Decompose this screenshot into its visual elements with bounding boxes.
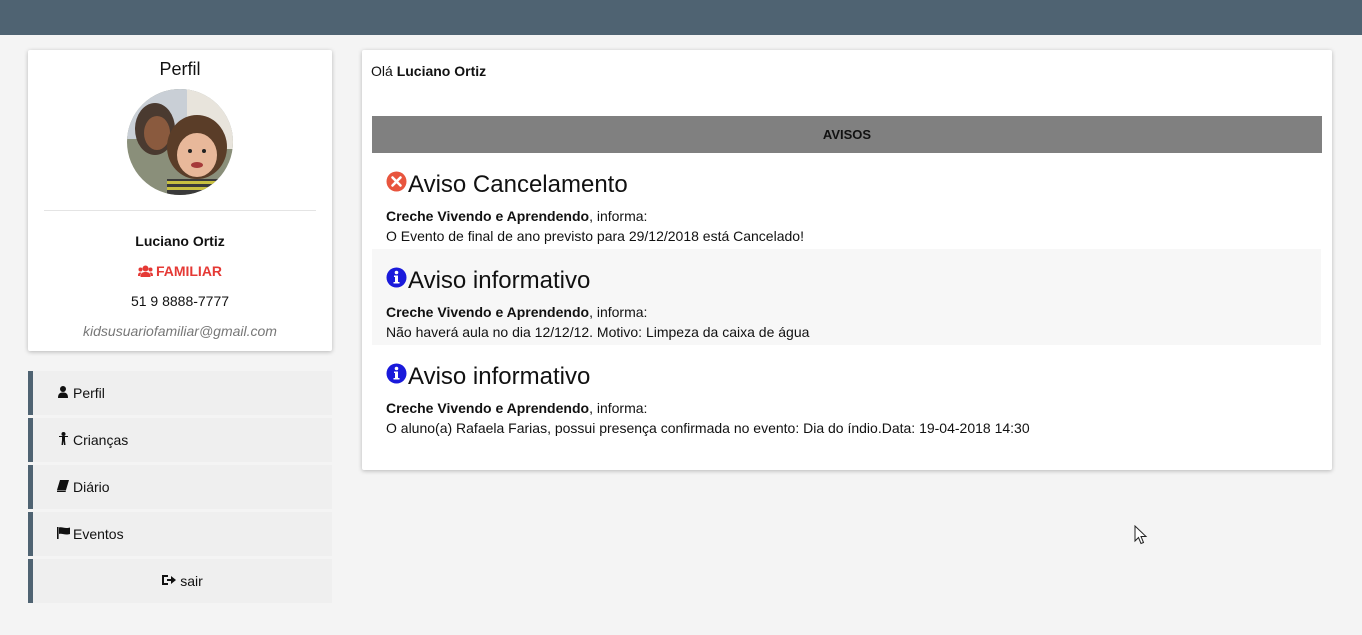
flag-icon — [57, 526, 70, 542]
menu-item-perfil[interactable]: Perfil — [28, 371, 332, 415]
notice-informa: , informa: — [589, 208, 648, 224]
profile-role: FAMILIAR — [28, 263, 332, 281]
avisos-header: AVISOS — [372, 116, 1322, 153]
notice-sender-name: Creche Vivendo e Aprendendo — [386, 400, 590, 416]
notice-message: O aluno(a) Rafaela Farias, possui presen… — [386, 420, 1030, 436]
notice-title-text: Aviso informativo — [408, 267, 591, 294]
notice-title: Aviso informativo — [386, 267, 590, 295]
menu-item-eventos[interactable]: Eventos — [28, 512, 332, 556]
profile-role-label: FAMILIAR — [155, 263, 223, 279]
greeting: Olá Luciano Ortiz — [371, 63, 486, 79]
menu-item-label: Eventos — [73, 526, 124, 542]
menu-item-label: Perfil — [73, 385, 105, 401]
child-icon — [57, 432, 69, 448]
greeting-name: Luciano Ortiz — [396, 63, 487, 79]
notice-informa: , informa: — [589, 400, 648, 416]
profile-email: kidsusuariofamiliar@gmail.com — [83, 323, 277, 339]
notice-sender: Creche Vivendo e Aprendendo, informa: — [386, 208, 647, 224]
notice-sender-name: Creche Vivendo e Aprendendo — [386, 304, 590, 320]
profile-name: Luciano Ortiz — [135, 233, 225, 249]
notice-informa: , informa: — [589, 304, 648, 320]
menu-item-criancas[interactable]: Crianças — [28, 418, 332, 462]
notice-item: Aviso Cancelamento Creche Vivendo e Apre… — [372, 153, 1321, 249]
notice-title: Aviso Cancelamento — [386, 171, 628, 199]
profile-phone: 51 9 8888-7777 — [130, 293, 230, 309]
profile-divider — [44, 210, 316, 211]
avatar — [127, 89, 233, 195]
menu-item-sair[interactable]: sair — [28, 559, 332, 603]
top-bar — [0, 0, 1362, 35]
notice-item: Aviso informativo Creche Vivendo e Apren… — [372, 345, 1321, 441]
notice-message: O Evento de final de ano previsto para 2… — [386, 228, 804, 244]
greeting-prefix: Olá — [371, 63, 393, 79]
notice-sender: Creche Vivendo e Aprendendo, informa: — [386, 400, 647, 416]
info-circle-icon — [386, 363, 408, 391]
menu-item-label: sair — [180, 573, 203, 589]
notice-title-text: Aviso informativo — [408, 363, 591, 390]
profile-card: Perfil Luciano Ortiz FAMILIAR 51 9 8888-… — [28, 50, 332, 351]
info-circle-icon — [386, 267, 408, 295]
notice-sender: Creche Vivendo e Aprendendo, informa: — [386, 304, 647, 320]
notice-sender-name: Creche Vivendo e Aprendendo — [386, 208, 590, 224]
profile-title: Perfil — [159, 59, 201, 79]
sign-out-icon — [162, 573, 177, 589]
notice-title-text: Aviso Cancelamento — [408, 171, 628, 198]
notice-item: Aviso informativo Creche Vivendo e Apren… — [372, 249, 1321, 345]
users-icon — [137, 265, 153, 281]
times-circle-icon — [386, 171, 408, 199]
book-icon — [57, 479, 69, 495]
user-icon — [57, 385, 69, 401]
menu-item-label: Crianças — [73, 432, 129, 448]
main-panel: Olá Luciano Ortiz AVISOS Aviso Cancelame… — [362, 50, 1332, 470]
mouse-cursor-icon — [1134, 524, 1148, 550]
menu-item-label: Diário — [73, 479, 110, 495]
notice-message: Não haverá aula no dia 12/12/12. Motivo:… — [386, 324, 810, 340]
notice-title: Aviso informativo — [386, 363, 590, 391]
menu-item-diario[interactable]: Diário — [28, 465, 332, 509]
